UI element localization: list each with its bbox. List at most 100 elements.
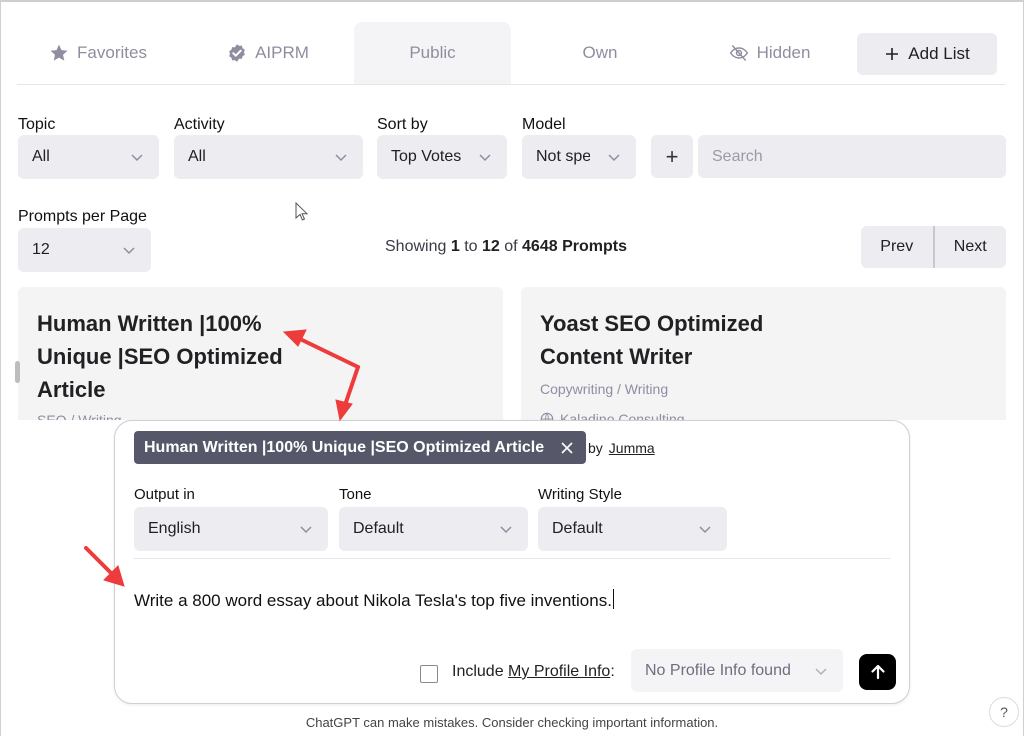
activity-label: Activity [174,116,225,133]
prompt-list-tabs: Favorites AIPRM Public Own Hidden Add Li… [17,22,1006,85]
title-line: Yoast SEO Optimized [540,311,764,336]
prompt-card-title: Human Written |100% Unique |SEO Optimize… [37,307,283,406]
prompt-composer: Human Written |100% Unique |SEO Optimize… [114,420,910,704]
include-profile-checkbox[interactable] [420,665,438,683]
sort-by-label: Sort by [377,116,428,133]
tab-label: AIPRM [255,43,309,62]
chevron-down-icon [123,247,135,255]
by-label: by [588,440,603,456]
scrollbar-thumb[interactable] [15,361,20,383]
mouse-cursor-icon [295,202,309,221]
include-text: Include [452,663,504,680]
selected-prompt-title: Human Written |100% Unique |SEO Optimize… [144,438,545,456]
author-link[interactable]: Jumma [609,440,655,456]
results-summary: Showing 1 to 12 of 4648 Prompts [385,238,627,256]
tone-value: Default [353,520,404,537]
chevron-down-icon [131,154,143,162]
prompt-textarea[interactable]: Write a 800 word essay about Nikola Tesl… [134,589,874,611]
showing-to: 12 [481,238,500,255]
topic-select[interactable]: All [18,135,159,179]
showing-prefix: Showing [385,238,447,255]
close-icon[interactable] [560,441,574,455]
chevron-down-icon [300,526,312,534]
chevron-down-icon [500,526,512,534]
showing-of-word: of [504,238,518,255]
text-caret [612,589,614,609]
sort-by-select[interactable]: Top Votes [377,135,507,179]
model-label: Model [522,116,566,133]
title-line: Content Writer [540,344,693,369]
next-button[interactable]: Next [935,226,1007,268]
prompt-card[interactable]: Human Written |100% Unique |SEO Optimize… [18,287,503,420]
prev-button[interactable]: Prev [861,226,933,268]
output-language-value: English [148,520,201,537]
send-button[interactable] [859,654,896,690]
showing-from: 1 [450,238,460,255]
prompt-card-category: Copywriting / Writing [540,381,669,397]
title-line: Human Written |100% [37,311,262,336]
chevron-down-icon [335,154,347,162]
author-name: Kaladino Consulting [560,411,685,420]
sort-by-value: Top Votes [391,148,461,165]
composer-divider [134,558,890,559]
prompts-per-page-label: Prompts per Page [18,208,147,225]
prompts-per-page-select[interactable]: 12 [18,228,151,272]
help-button[interactable]: ? [989,697,1019,727]
output-language-select[interactable]: English [134,507,328,551]
topic-value: All [32,148,50,165]
tab-public[interactable]: Public [354,22,511,84]
prompts-per-page-value: 12 [32,241,50,258]
output-in-label: Output in [134,486,195,503]
globe-icon [540,412,554,420]
chevron-down-icon [815,668,827,676]
eye-off-icon [729,45,748,61]
plus-icon [886,48,899,60]
showing-total: 4648 Prompts [522,238,627,255]
verified-badge-icon [229,44,245,62]
showing-to-word: to [464,238,478,255]
activity-value: All [188,148,206,165]
tab-favorites[interactable]: Favorites [17,22,179,84]
arrow-up-icon [870,664,885,680]
tone-select[interactable]: Default [339,507,528,551]
title-line: Unique |SEO Optimized [37,344,283,369]
chevron-down-icon [479,154,491,162]
chevron-down-icon [699,526,711,534]
tab-own[interactable]: Own [517,22,683,84]
tab-label: Hidden [756,43,811,62]
my-profile-info-link[interactable]: My Profile Info [508,663,610,680]
disclaimer-text: ChatGPT can make mistakes. Consider chec… [305,715,719,730]
model-select[interactable]: Not specified [522,135,636,179]
add-list-button[interactable]: Add List [857,33,997,75]
prompt-text: Write a 800 word essay about Nikola Tesl… [134,591,612,610]
prompt-card-author: Kaladino Consulting [540,411,685,420]
prompt-card-title: Yoast SEO Optimized Content Writer [540,307,763,373]
writing-style-select[interactable]: Default [538,507,727,551]
selected-prompt-chip: Human Written |100% Unique |SEO Optimize… [134,431,587,464]
model-value: Not specified [536,148,590,165]
include-profile-label: Include My Profile Info: [452,663,615,681]
prompt-card[interactable]: Yoast SEO Optimized Content Writer Copyw… [521,287,1006,420]
tab-aiprm[interactable]: AIPRM [187,22,349,84]
title-line: Article [37,377,106,402]
colon: : [610,663,615,680]
prompt-card-category: SEO / Writing [37,412,122,420]
tab-label: Own [582,43,618,62]
add-list-label: Add List [908,44,970,63]
topic-label: Topic [18,116,56,133]
profile-info-select[interactable]: No Profile Info found [631,649,843,692]
tab-label: Favorites [77,43,147,62]
pagination: Prev Next [861,226,1006,268]
add-filter-button[interactable]: + [651,135,693,178]
tone-label: Tone [339,486,372,503]
activity-select[interactable]: All [174,135,363,179]
tab-label: Public [409,43,456,62]
writing-style-value: Default [552,520,603,537]
search-input[interactable] [698,135,1006,178]
profile-info-value: No Profile Info found [645,661,791,679]
star-icon [50,44,68,61]
prompt-author: by Jumma [588,440,655,456]
chevron-down-icon [608,154,620,162]
writing-style-label: Writing Style [538,486,622,503]
tab-hidden[interactable]: Hidden [687,22,852,84]
